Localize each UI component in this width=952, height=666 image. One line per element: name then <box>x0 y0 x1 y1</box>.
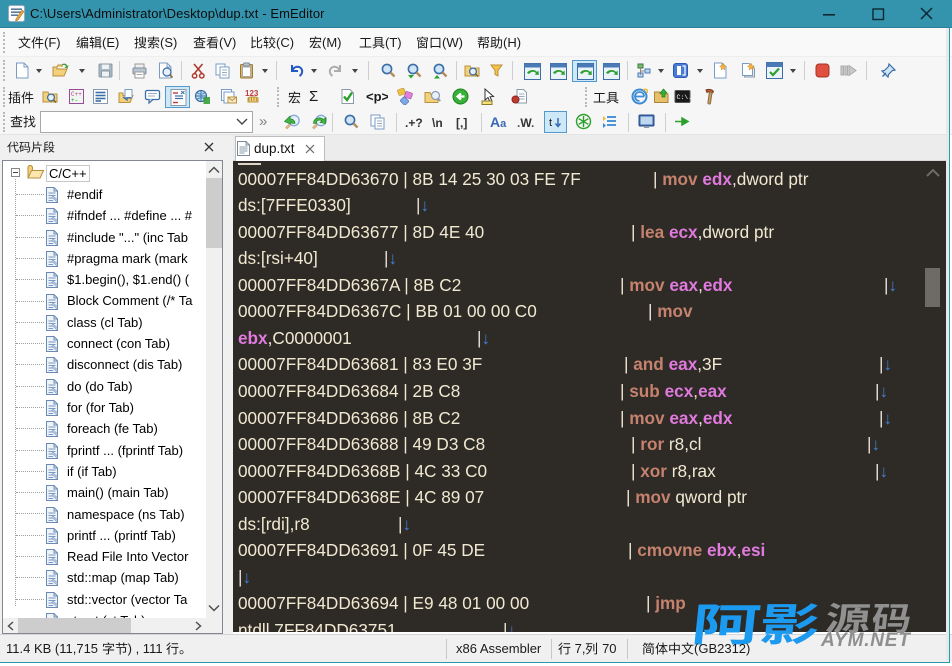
svg-text:+-: +- <box>71 97 78 104</box>
svg-text:C:\.: C:\. <box>677 94 692 101</box>
svg-text:<p>: <p> <box>366 89 388 104</box>
svg-text:t: t <box>549 117 552 129</box>
